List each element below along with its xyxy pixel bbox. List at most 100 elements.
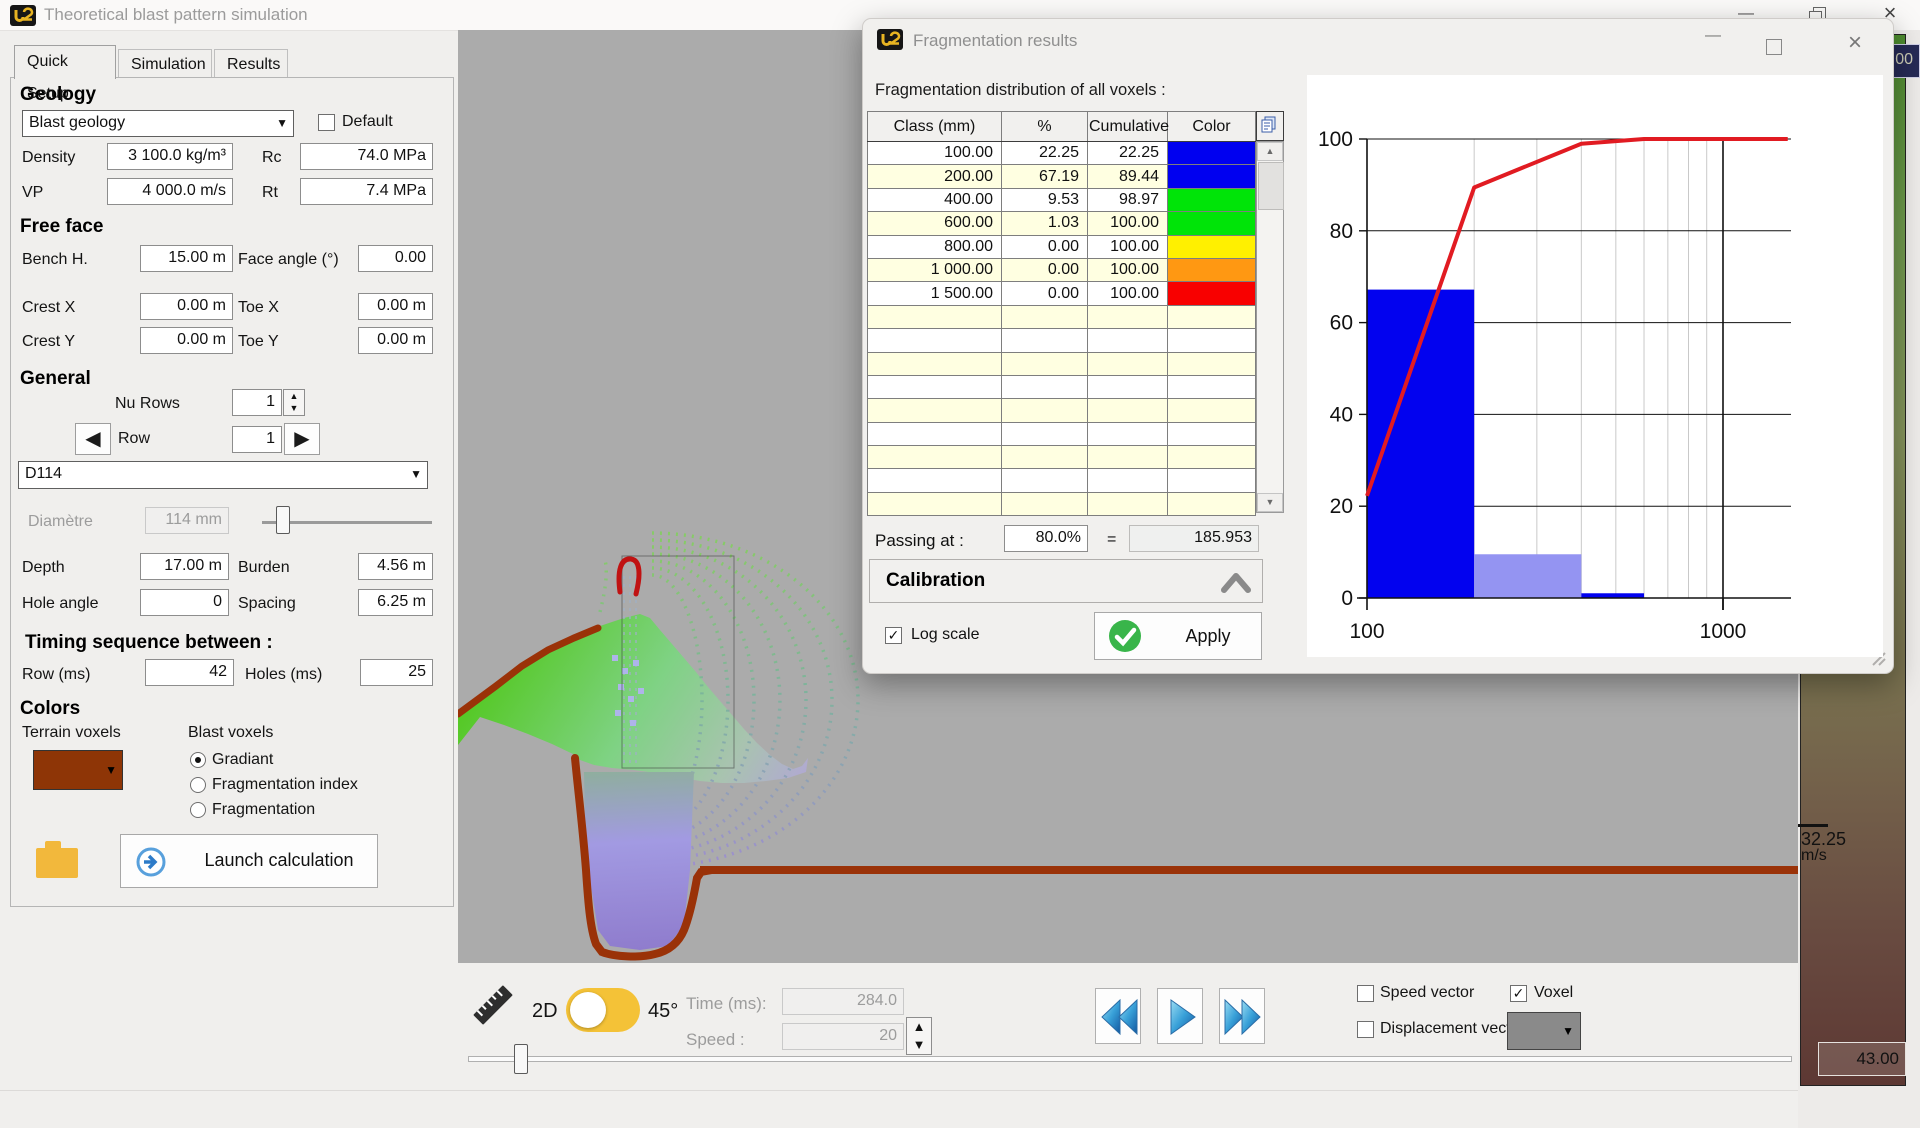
table-row[interactable]: 1 500.000.00100.00 (868, 282, 1256, 305)
fast-forward-button[interactable] (1219, 988, 1265, 1044)
displacement-vector-label: Displacement vector (1380, 1020, 1525, 1038)
table-row[interactable]: 1 000.000.00100.00 (868, 258, 1256, 281)
timeline-slider-track[interactable] (468, 1056, 1792, 1062)
crest-x-field[interactable]: 0.00 m (140, 293, 233, 320)
radio-fragmentation-index[interactable] (190, 777, 206, 793)
tab-simulation[interactable]: Simulation (118, 49, 212, 78)
face-angle-field[interactable]: 0.00 (358, 245, 433, 272)
toe-x-field[interactable]: 0.00 m (358, 293, 433, 320)
radio-gradiant[interactable] (190, 752, 206, 768)
copy-table-button[interactable] (1256, 111, 1284, 141)
bench-h-field[interactable]: 15.00 m (140, 245, 233, 272)
folder-icon[interactable] (33, 836, 81, 882)
spacing-field[interactable]: 6.25 m (358, 589, 433, 616)
col-cumulative[interactable]: Cumulative (1088, 112, 1168, 142)
geology-preset-select[interactable]: Blast geology ▼ (22, 110, 294, 137)
table-row[interactable]: 100.0022.2522.25 (868, 142, 1256, 165)
toe-y-field[interactable]: 0.00 m (358, 327, 433, 354)
spinner-down-icon[interactable]: ▼ (284, 402, 304, 414)
spinner-down-icon[interactable]: ▼ (907, 1036, 931, 1054)
table-row[interactable]: 600.001.03100.00 (868, 212, 1256, 235)
play-button[interactable] (1157, 988, 1203, 1044)
holes-ms-field[interactable]: 25 (360, 659, 433, 686)
app-logo-icon (10, 5, 36, 26)
table-row-empty[interactable] (868, 352, 1256, 375)
apply-button[interactable]: Apply (1094, 612, 1262, 660)
vp-field[interactable]: 4 000.0 m/s (107, 178, 233, 205)
table-row[interactable]: 200.0067.1989.44 (868, 165, 1256, 188)
speed-field[interactable]: 20 (782, 1023, 904, 1050)
check-icon: ✓ (888, 627, 900, 643)
density-field[interactable]: 3 100.0 kg/m³ (107, 143, 233, 170)
toe-x-label: Toe X (238, 299, 279, 317)
rewind-button[interactable] (1095, 988, 1141, 1044)
spinner-up-icon[interactable]: ▲ (907, 1018, 931, 1036)
row-ms-field[interactable]: 42 (145, 659, 234, 686)
color-swatch (1168, 235, 1256, 258)
scrollbar-thumb[interactable] (1258, 162, 1284, 210)
table-row-empty[interactable] (868, 305, 1256, 328)
burden-field[interactable]: 4.56 m (358, 553, 433, 580)
voxel-color-select[interactable]: ▼ (1507, 1012, 1581, 1050)
ruler-icon[interactable] (466, 978, 520, 1032)
blast-voxels-label: Blast voxels (188, 724, 273, 742)
row-field[interactable]: 1 (232, 426, 282, 453)
chevron-down-icon: ▼ (1562, 1024, 1574, 1038)
table-row[interactable]: 400.009.5398.97 (868, 188, 1256, 211)
scroll-up-icon[interactable]: ▲ (1257, 142, 1283, 161)
table-row-empty[interactable] (868, 329, 1256, 352)
radio-fragmentation[interactable] (190, 802, 206, 818)
rc-field[interactable]: 74.0 MPa (300, 143, 433, 170)
table-row-empty[interactable] (868, 469, 1256, 492)
depth-label: Depth (22, 559, 65, 577)
table-scrollbar[interactable]: ▲ ▼ (1256, 141, 1284, 513)
speed-spinner[interactable]: ▲ ▼ (906, 1017, 932, 1055)
svg-text:20: 20 (1330, 495, 1353, 518)
row-label: Row (118, 430, 150, 448)
passing-at-label: Passing at : (875, 531, 964, 551)
spinner-up-icon[interactable]: ▲ (284, 390, 304, 402)
default-checkbox[interactable] (318, 114, 335, 131)
log-scale-checkbox[interactable]: ✓ (885, 627, 902, 644)
passing-percent-field[interactable]: 80.0% (1004, 525, 1088, 552)
rc-label: Rc (262, 149, 282, 167)
nu-rows-spinner[interactable]: ▲ ▼ (283, 389, 305, 416)
tab-quick-setup[interactable]: Quick Setup (14, 45, 116, 79)
hole-angle-field[interactable]: 0 (140, 589, 229, 616)
calibration-expander[interactable]: Calibration (869, 559, 1263, 603)
general-header: General (20, 368, 91, 390)
table-row[interactable]: 800.000.00100.00 (868, 235, 1256, 258)
displacement-vector-checkbox[interactable] (1357, 1021, 1374, 1038)
bench-h-label: Bench H. (22, 251, 88, 269)
tab-results[interactable]: Results (214, 49, 288, 78)
nu-rows-field[interactable]: 1 (232, 389, 282, 416)
row-prev-button[interactable]: ◀ (75, 423, 111, 455)
col-percent[interactable]: % (1002, 112, 1088, 142)
dialog-minimize-button[interactable]: — (1693, 27, 1733, 45)
pit-voxels (584, 772, 694, 950)
crest-y-field[interactable]: 0.00 m (140, 327, 233, 354)
voxel-checkbox[interactable]: ✓ (1510, 985, 1527, 1002)
table-row-empty[interactable] (868, 375, 1256, 398)
view-angle-toggle[interactable] (566, 988, 640, 1032)
drill-preset-select[interactable]: D114 ▼ (18, 461, 428, 489)
col-color[interactable]: Color (1168, 112, 1256, 142)
terrain-color-select[interactable]: ▼ (33, 750, 123, 790)
depth-field[interactable]: 17.00 m (140, 553, 229, 580)
timeline-slider-knob[interactable] (514, 1044, 528, 1074)
diametre-slider-knob[interactable] (276, 506, 290, 534)
svg-text:40: 40 (1330, 403, 1353, 426)
dialog-close-button[interactable]: × (1835, 29, 1875, 57)
table-row-empty[interactable] (868, 492, 1256, 515)
apply-check-icon (1108, 619, 1142, 653)
row-next-button[interactable]: ▶ (284, 423, 320, 455)
table-row-empty[interactable] (868, 422, 1256, 445)
dialog-maximize-button[interactable] (1766, 39, 1782, 55)
col-class[interactable]: Class (mm) (868, 112, 1002, 142)
scroll-down-icon[interactable]: ▼ (1257, 493, 1283, 512)
table-row-empty[interactable] (868, 446, 1256, 469)
launch-calculation-button[interactable]: Launch calculation (120, 834, 378, 888)
rt-field[interactable]: 7.4 MPa (300, 178, 433, 205)
face-angle-label: Face angle (°) (238, 251, 339, 269)
speed-vector-checkbox[interactable] (1357, 985, 1374, 1002)
